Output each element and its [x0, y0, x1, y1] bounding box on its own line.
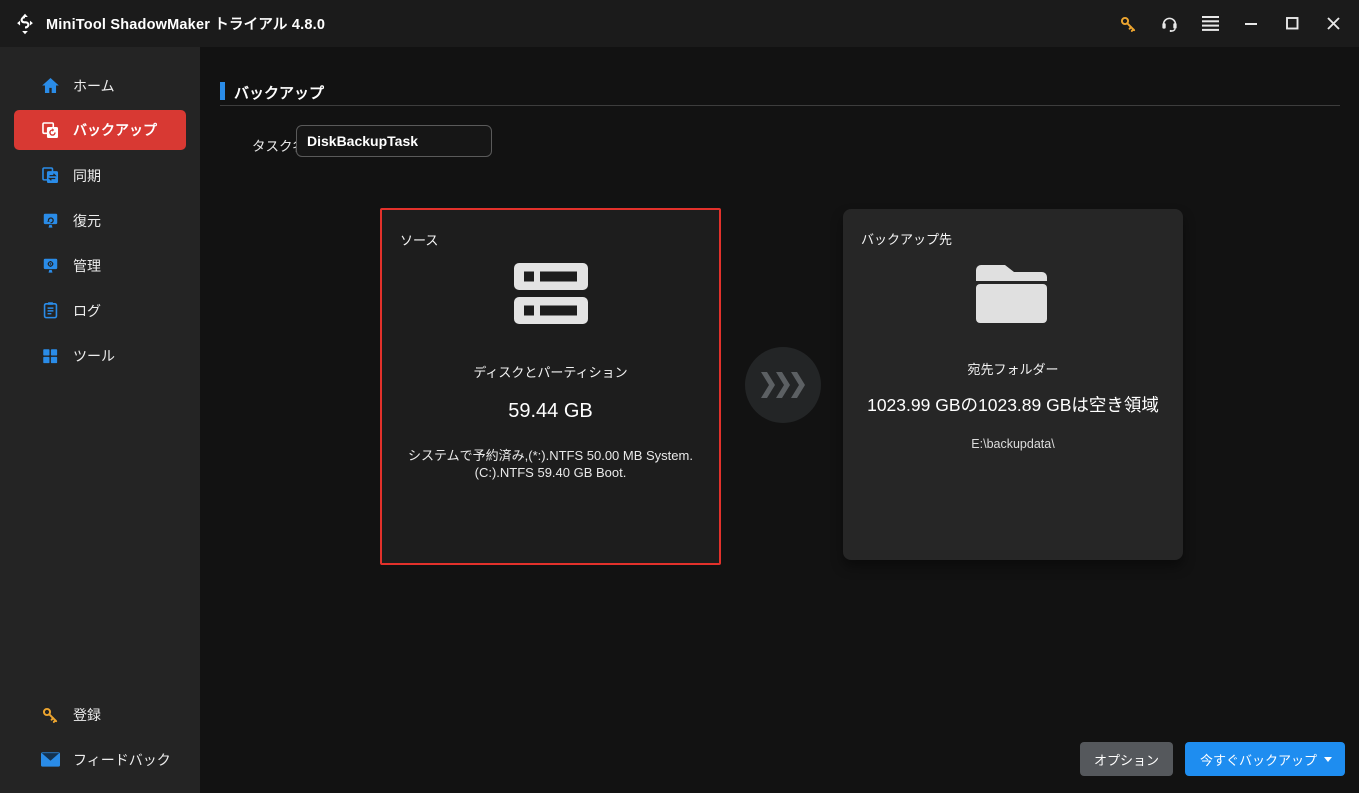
destination-card-title: バックアップ先 — [861, 232, 953, 247]
page-title: バックアップ — [234, 85, 325, 102]
destination-free-space: 1023.99 GBの1023.89 GBは空き領域 — [867, 395, 1159, 415]
backup-direction-arrows — [745, 347, 821, 423]
backup-now-label: 今すぐバックアップ — [1199, 752, 1317, 768]
menu-icon[interactable] — [1200, 14, 1220, 34]
accent-bar — [220, 82, 225, 100]
sidebar-item-label: ツール — [73, 347, 115, 364]
sidebar-item-tools[interactable]: ツール — [14, 333, 186, 378]
sidebar-item-label: 同期 — [73, 167, 101, 184]
task-name-input[interactable] — [296, 125, 492, 157]
sidebar-item-register[interactable]: 登録 — [14, 692, 186, 737]
sidebar-item-label: フィードバック — [73, 751, 171, 768]
source-type-label: ディスクとパーティション — [473, 365, 628, 380]
destination-path: E:\backupdata\ — [971, 437, 1055, 451]
sidebar-item-label: バックアップ — [73, 122, 157, 138]
app-logo-icon — [14, 13, 36, 35]
destination-type-label: 宛先フォルダー — [967, 362, 1059, 377]
sidebar-item-sync[interactable]: 同期 — [14, 153, 186, 198]
log-icon — [40, 301, 60, 321]
sidebar-item-label: 登録 — [73, 706, 101, 723]
manage-icon — [40, 256, 60, 276]
sidebar-item-restore[interactable]: 復元 — [14, 198, 186, 243]
backup-now-button[interactable]: 今すぐバックアップ — [1185, 742, 1345, 776]
sidebar-item-home[interactable]: ホーム — [14, 63, 186, 108]
destination-card[interactable]: バックアップ先 宛先フォルダー 1023.99 GBの1023.89 GBは空き… — [843, 209, 1183, 560]
backup-icon — [40, 120, 60, 140]
source-card[interactable]: ソース ディスクとパーティション 59.44 GB システムで予約済み,(*:)… — [380, 208, 721, 565]
header-divider — [220, 105, 1340, 106]
tools-icon — [40, 346, 60, 366]
window-title: MiniTool ShadowMaker トライアル 4.8.0 — [46, 17, 326, 33]
options-button[interactable]: オプション — [1080, 742, 1173, 776]
support-headset-icon[interactable] — [1159, 14, 1179, 34]
license-key-icon[interactable] — [1118, 14, 1138, 34]
register-key-icon — [40, 705, 60, 725]
dropdown-caret-icon[interactable] — [1324, 756, 1332, 762]
minimize-button[interactable] — [1241, 14, 1261, 34]
sidebar-item-label: 復元 — [73, 212, 101, 229]
close-button[interactable] — [1323, 14, 1343, 34]
chevrons-right-icon — [761, 372, 805, 398]
folder-icon — [843, 261, 1183, 325]
sidebar-item-label: ホーム — [73, 77, 115, 94]
source-card-title: ソース — [400, 233, 439, 248]
titlebar: MiniTool ShadowMaker トライアル 4.8.0 — [0, 0, 1359, 47]
sidebar-item-log[interactable]: ログ — [14, 288, 186, 333]
sidebar-item-manage[interactable]: 管理 — [14, 243, 186, 288]
source-details: システムで予約済み,(*:).NTFS 50.00 MB System. (C:… — [408, 448, 693, 480]
home-icon — [40, 76, 60, 96]
sidebar: ホーム バックアップ 同期 復元 管理 ログ ツール 登録 フィードバック — [0, 47, 200, 793]
source-size: 59.44 GB — [508, 400, 593, 422]
sidebar-item-label: ログ — [73, 302, 101, 319]
sidebar-item-backup[interactable]: バックアップ — [14, 110, 186, 150]
sidebar-item-feedback[interactable]: フィードバック — [14, 737, 186, 782]
sync-icon — [40, 166, 60, 186]
disk-partition-icon — [382, 262, 719, 326]
maximize-button[interactable] — [1282, 14, 1302, 34]
restore-icon — [40, 211, 60, 231]
feedback-envelope-icon — [40, 750, 60, 770]
sidebar-item-label: 管理 — [73, 257, 101, 274]
